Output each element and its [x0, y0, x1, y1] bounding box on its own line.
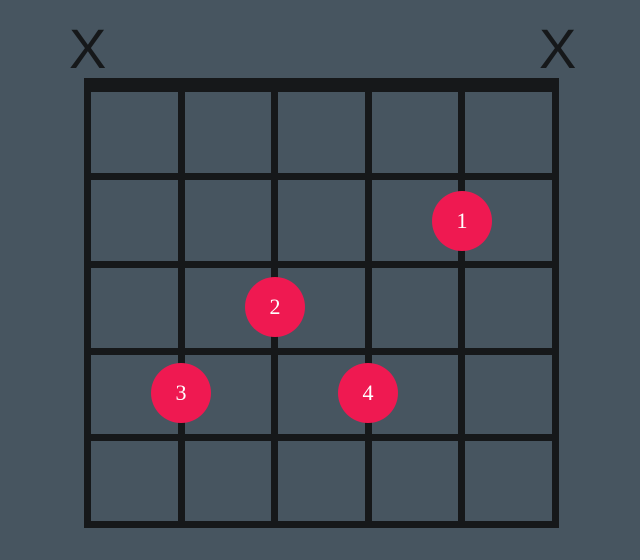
chord-fretboard: 1 2 3 4: [84, 78, 559, 528]
finger-label-1: 1: [457, 208, 468, 234]
mute-marker-string-1: X: [69, 16, 104, 81]
fret-1: [84, 173, 559, 180]
finger-dot-2: 2: [245, 277, 305, 337]
string-6: [552, 78, 559, 528]
fret-3: [84, 348, 559, 355]
string-1: [84, 78, 91, 528]
string-2: [178, 78, 185, 528]
finger-dot-4: 4: [338, 363, 398, 423]
finger-label-4: 4: [363, 380, 374, 406]
string-4: [365, 78, 372, 528]
fret-2: [84, 261, 559, 268]
nut: [84, 78, 559, 92]
finger-label-3: 3: [176, 380, 187, 406]
finger-dot-1: 1: [432, 191, 492, 251]
string-5: [458, 78, 465, 528]
finger-label-2: 2: [270, 294, 281, 320]
finger-dot-3: 3: [151, 363, 211, 423]
fret-4: [84, 434, 559, 441]
mute-marker-string-6: X: [539, 16, 574, 81]
fret-5: [84, 521, 559, 528]
